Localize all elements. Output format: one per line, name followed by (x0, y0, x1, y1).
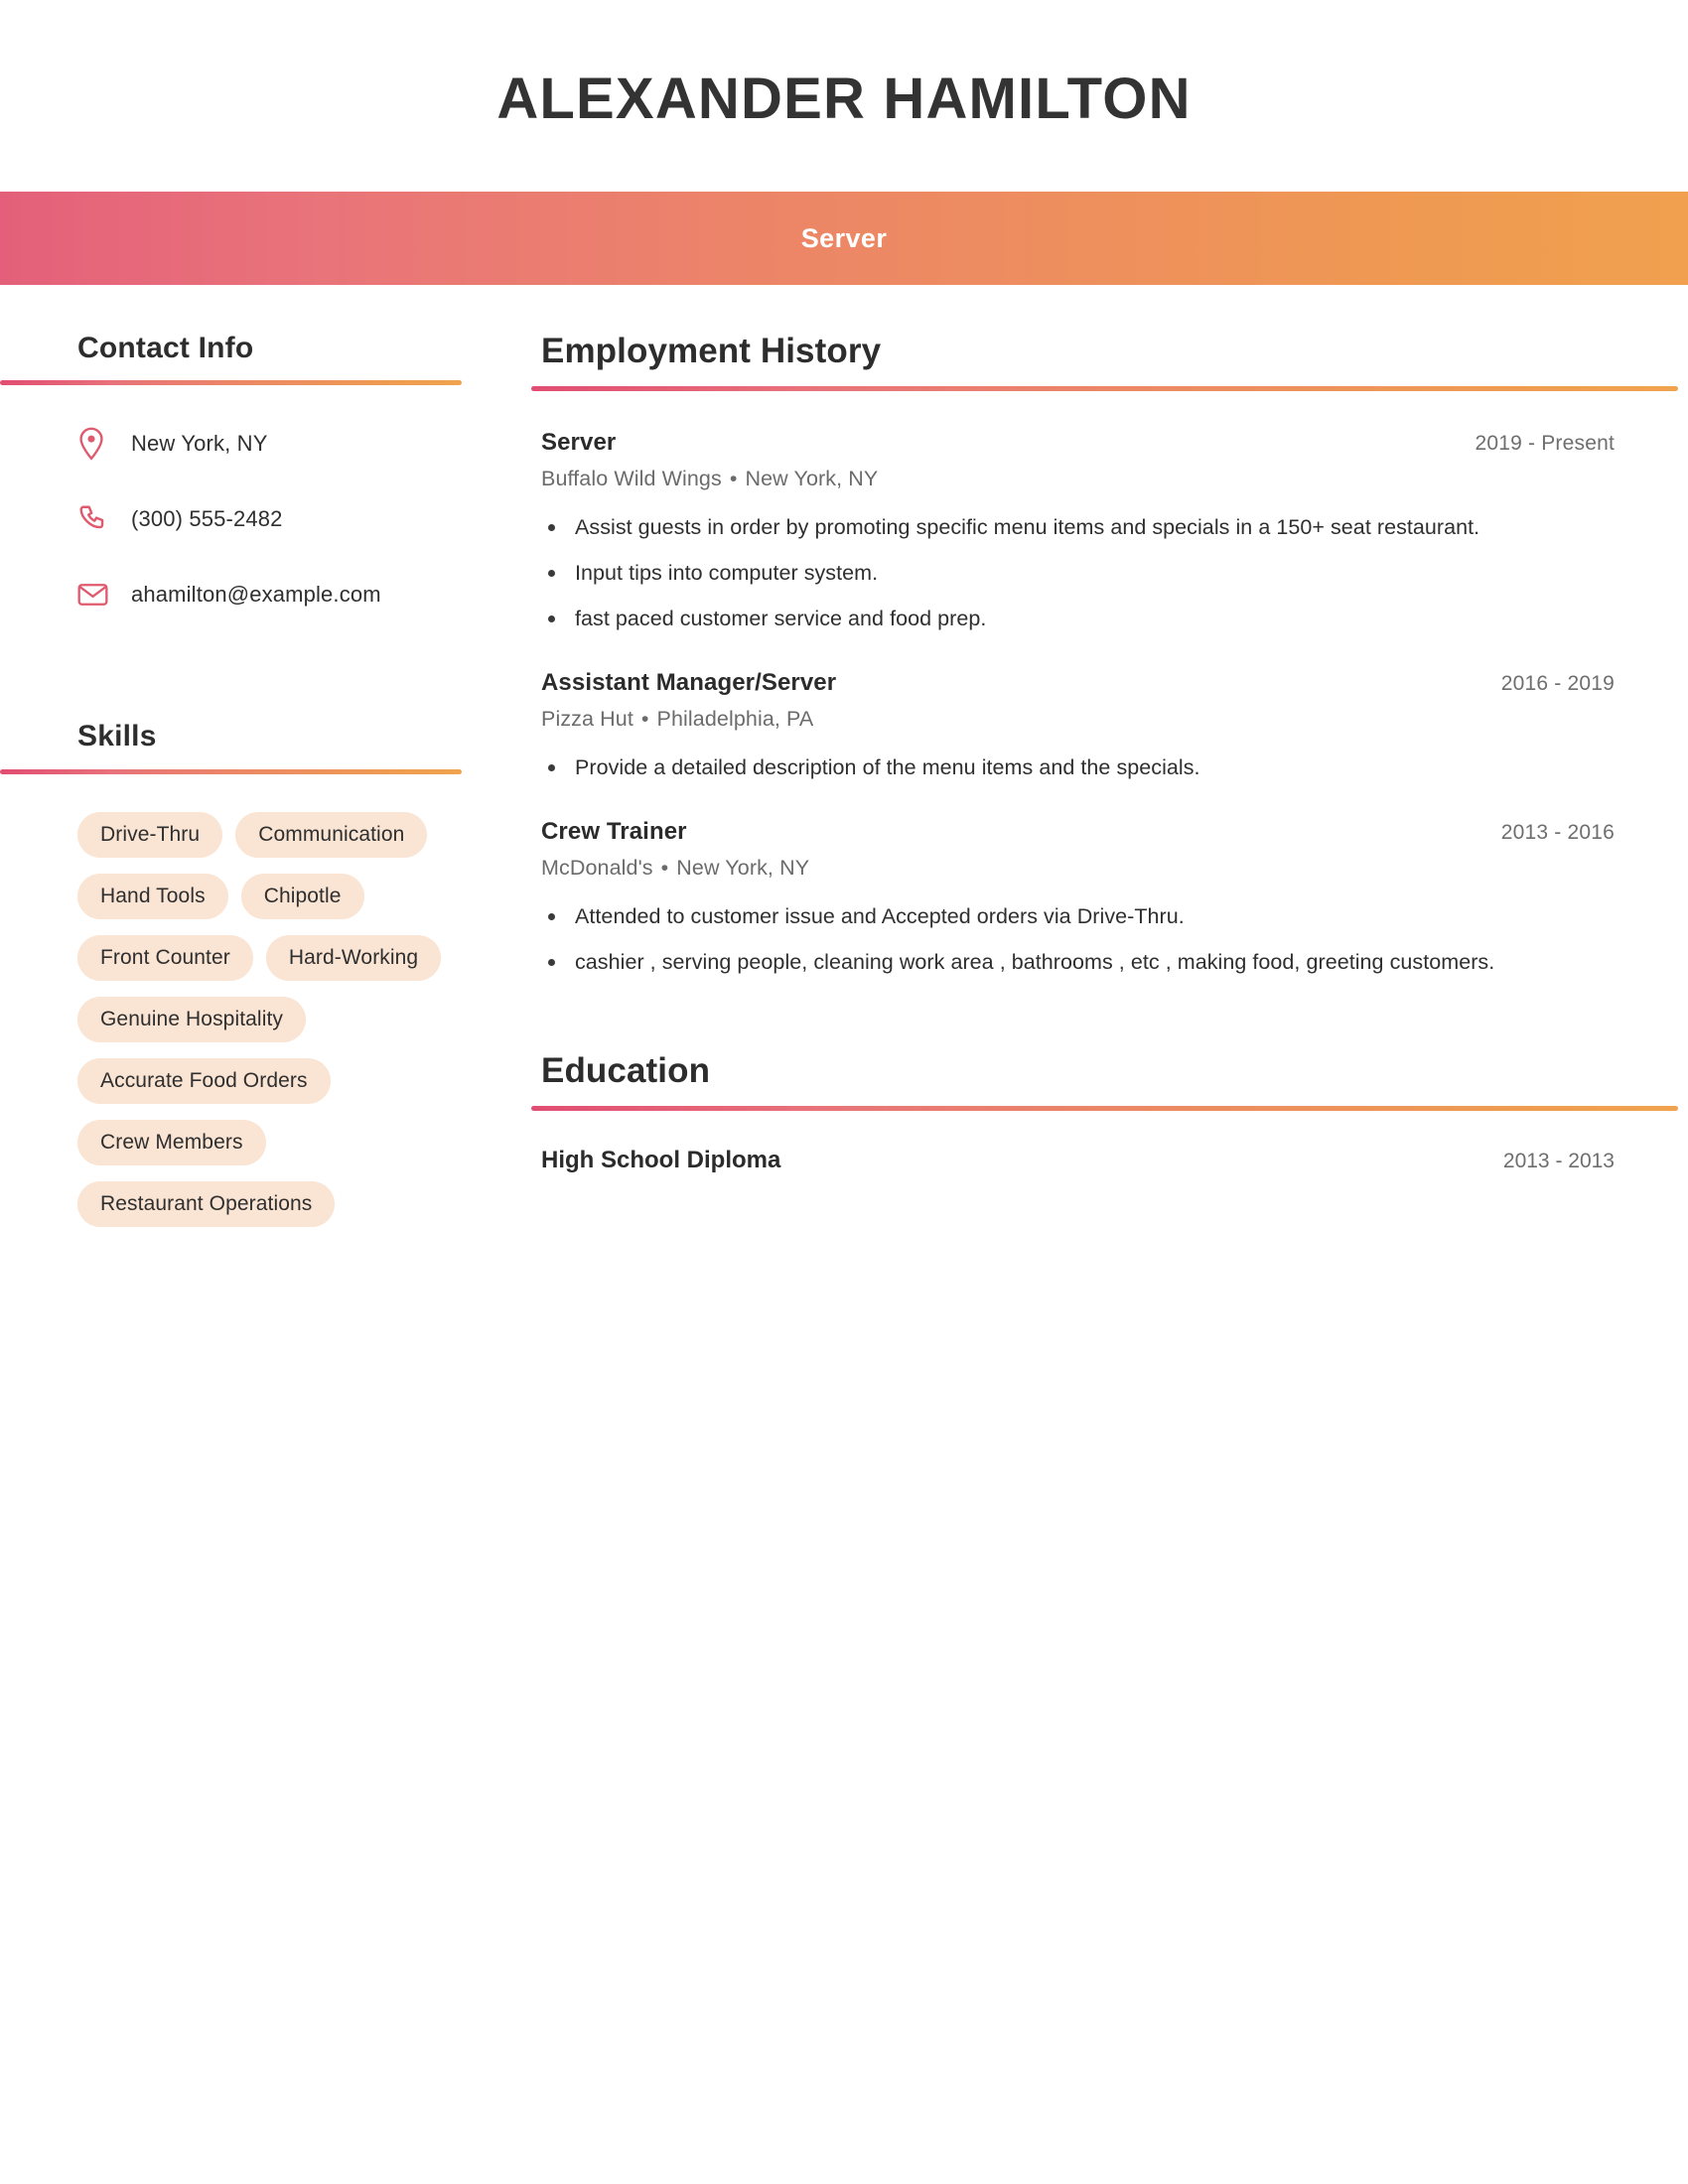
skill-tag: Drive-Thru (77, 811, 223, 858)
education-dates: 2013 - 2013 (1502, 1149, 1615, 1172)
employment-location: New York, NY (745, 467, 879, 491)
job-title: Server (800, 222, 888, 253)
envelope-icon (77, 582, 117, 608)
employment-location: New York, NY (676, 855, 810, 880)
education-divider (531, 1105, 1678, 1111)
skill-tag: Genuine Hospitality (77, 996, 306, 1042)
contact-location-value: New York, NY (131, 431, 268, 457)
education-degree: High School Diploma (541, 1146, 781, 1173)
skill-tag: Hard-Working (265, 934, 442, 981)
contact-item-location: New York, NY (77, 427, 464, 462)
employment-entry: Crew Trainer 2013 - 2016 McDonald's • New … (541, 818, 1615, 979)
employment-entry: Assistant Manager/Server 2016 - 2019 Piz… (541, 669, 1615, 784)
skill-tag: Restaurant Operations (77, 1180, 336, 1227)
employment-dates: 2019 - Present (1475, 432, 1615, 456)
skills-section: Skills Drive-Thru Communication Hand Too… (0, 719, 464, 1227)
employment-entry: Server 2019 - Present Buffalo Wild Wings… (541, 429, 1615, 635)
skill-tag: Hand Tools (77, 873, 228, 919)
phone-icon (77, 504, 117, 534)
skills-list: Drive-Thru Communication Hand Tools Chip… (77, 811, 464, 1227)
contact-info-divider (0, 380, 462, 386)
employment-entry-head: Assistant Manager/Server 2016 - 2019 (541, 669, 1615, 697)
employment-history-heading: Employment History (541, 332, 882, 370)
meta-separator: • (640, 706, 649, 731)
resume-body: Contact Info New York, NY (300) 555-2482… (0, 285, 1688, 1227)
main-content: Employment History Server 2019 - Present… (464, 331, 1688, 1174)
employment-company: Buffalo Wild Wings (541, 467, 722, 491)
sidebar: Contact Info New York, NY (300) 555-2482… (0, 331, 464, 1227)
contact-phone-value: (300) 555-2482 (131, 506, 283, 532)
meta-separator: • (660, 855, 669, 880)
employment-role: Assistant Manager/Server (541, 668, 837, 696)
employment-meta: McDonald's • New York, NY (541, 856, 1615, 881)
employment-bullets: Provide a detailed description of the me… (541, 751, 1615, 784)
employment-meta: Pizza Hut • Philadelphia, PA (541, 707, 1615, 732)
skill-tag: Crew Members (77, 1119, 266, 1165)
employment-bullet: Assist guests in order by promoting spec… (541, 511, 1615, 544)
contact-item-phone: (300) 555-2482 (77, 502, 464, 536)
skill-tag: Communication (235, 811, 428, 858)
skills-heading: Skills (77, 720, 157, 753)
skills-divider (0, 768, 462, 774)
meta-separator: • (729, 467, 738, 491)
employment-bullets: Assist guests in order by promoting spec… (541, 511, 1615, 635)
employment-bullet: fast paced customer service and food pre… (541, 603, 1615, 635)
education-section: Education High School Diploma 2013 - 201… (531, 1050, 1678, 1174)
employment-role: Server (541, 429, 617, 457)
employment-bullet: cashier , serving people, cleaning work … (541, 946, 1615, 979)
employment-entries: Server 2019 - Present Buffalo Wild Wings… (541, 429, 1615, 978)
education-entries: High School Diploma 2013 - 2013 (541, 1147, 1615, 1174)
employment-entry-head: Server 2019 - Present (541, 429, 1615, 457)
skill-tag: Front Counter (77, 934, 253, 981)
contact-list: New York, NY (300) 555-2482 ahamilton@ex… (77, 427, 464, 612)
employment-company: Pizza Hut (541, 706, 633, 731)
job-title-band: Server (0, 192, 1688, 285)
resume-header: ALEXANDER HAMILTON (0, 0, 1688, 192)
employment-location: Philadelphia, PA (656, 706, 814, 731)
contact-email-value: ahamilton@example.com (131, 582, 381, 608)
employment-history-section: Employment History Server 2019 - Present… (531, 331, 1678, 979)
employment-dates: 2013 - 2016 (1500, 820, 1615, 844)
employment-entry-head: Crew Trainer 2013 - 2016 (541, 818, 1615, 846)
education-entry: High School Diploma 2013 - 2013 (541, 1147, 1615, 1174)
employment-role: Crew Trainer (541, 817, 687, 845)
employment-bullets: Attended to customer issue and Accepted … (541, 900, 1615, 979)
employment-bullet: Input tips into computer system. (541, 557, 1615, 590)
employment-bullet: Provide a detailed description of the me… (541, 751, 1615, 784)
education-heading: Education (541, 1050, 711, 1090)
employment-history-divider (531, 386, 1678, 392)
employment-company: McDonald's (541, 855, 653, 880)
contact-info-heading: Contact Info (77, 332, 254, 364)
skill-tag: Accurate Food Orders (77, 1057, 331, 1104)
employment-bullet: Attended to customer issue and Accepted … (541, 900, 1615, 933)
location-pin-icon (77, 427, 117, 462)
skill-tag: Chipotle (240, 873, 364, 919)
employment-dates: 2016 - 2019 (1500, 671, 1615, 695)
page-title: ALEXANDER HAMILTON (496, 66, 1192, 131)
contact-info-section: Contact Info New York, NY (300) 555-2482… (0, 331, 464, 612)
employment-meta: Buffalo Wild Wings • New York, NY (541, 467, 1615, 491)
contact-item-email: ahamilton@example.com (77, 578, 464, 612)
